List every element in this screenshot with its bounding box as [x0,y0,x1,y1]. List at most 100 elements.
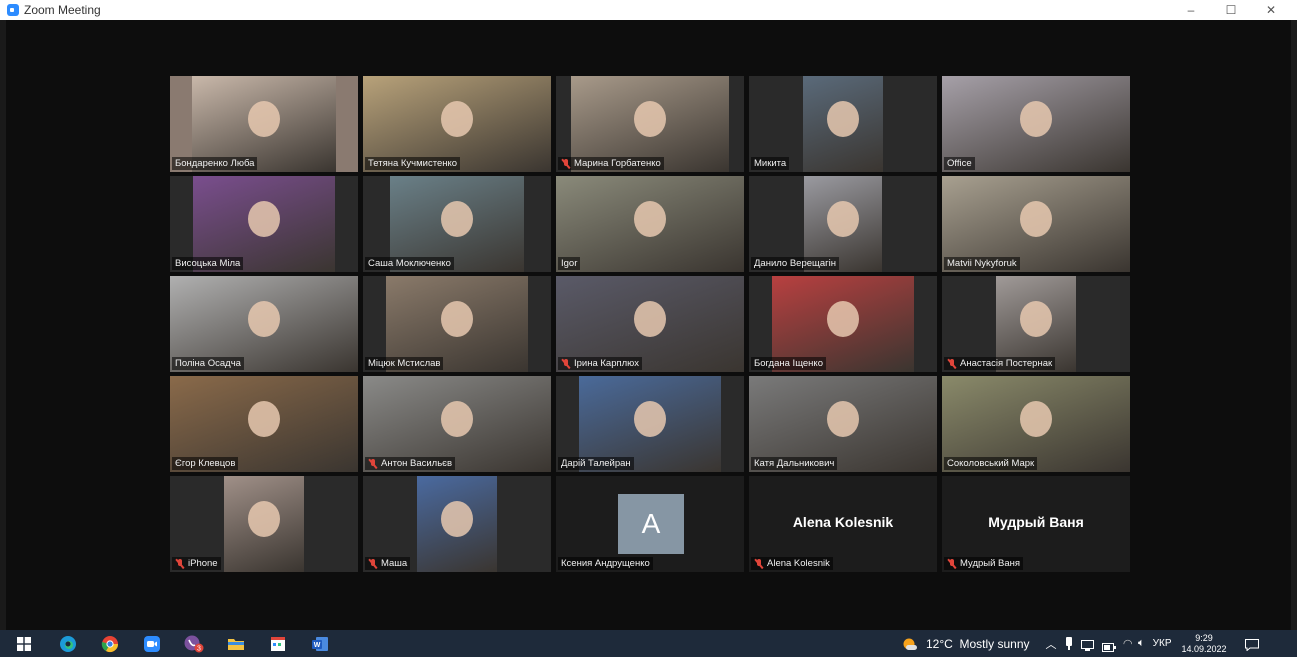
participant-tile[interactable]: A Ксения Андрущенко [556,476,744,572]
participant-name-label: Висоцька Міла [172,257,244,270]
participant-tile[interactable]: Богдана Іщенко [749,276,937,372]
weather-text[interactable]: 12°C Mostly sunny [926,637,1030,651]
participant-face [634,200,666,237]
participant-name: Саша Моключенко [368,258,451,269]
mic-muted-icon [947,358,957,369]
participant-tile[interactable]: Дарій Талейран [556,376,744,472]
participant-name: Мудрый Ваня [960,558,1021,569]
participant-name-label: Єгор Клевцов [172,457,239,470]
participant-tile[interactable]: Марина Горбатенко [556,76,744,172]
participant-display-name: Мудрый Ваня [988,514,1084,530]
maximize-button[interactable]: ☐ [1213,0,1249,20]
participant-tile[interactable]: Єгор Клевцов [170,376,358,472]
participant-tile[interactable]: Микита [749,76,937,172]
notifications-icon[interactable] [1244,638,1259,652]
volume-icon[interactable]: 🔈︎ [1138,637,1145,650]
participant-tile[interactable]: Міцюк Мстислав [363,276,551,372]
participant-name-label: Маша [365,557,411,570]
participant-tile[interactable]: Соколовський Марк [942,376,1130,472]
windows-start-icon[interactable] [14,634,34,653]
participant-name: Matvii Nykyforuk [947,258,1017,269]
edge-icon[interactable] [58,634,78,653]
video-editor-icon[interactable] [268,634,288,653]
participant-name: Міцюк Мстислав [368,358,441,369]
participant-name-label: Мудрый Ваня [944,557,1024,570]
participant-face [441,200,473,237]
battery-icon[interactable] [1101,639,1116,652]
participant-tile[interactable]: Office [942,76,1130,172]
participant-tile[interactable]: Саша Моключенко [363,176,551,272]
viber-badge: 3 [197,646,201,653]
participant-name-label: Ірина Карплюх [558,357,642,370]
participant-name-label: Office [944,157,975,170]
participant-face [1020,100,1052,137]
participant-face [441,100,473,137]
close-button[interactable]: ✕ [1253,0,1289,20]
participant-face [827,100,859,137]
zoom-icon[interactable] [142,634,162,653]
participant-face [634,100,666,137]
participant-name: Igor [561,258,578,269]
participant-name: Alena Kolesnik [767,558,830,569]
participant-name-label: Микита [751,157,790,170]
chrome-icon[interactable] [100,634,120,653]
participant-name-label: Matvii Nykyforuk [944,257,1020,270]
weather-icon[interactable] [902,636,918,652]
avatar: A [618,494,684,554]
usb-icon[interactable] [1065,637,1073,650]
participant-tile[interactable]: Поліна Осадча [170,276,358,372]
participant-tile[interactable]: Мудрый Ваня Мудрый Ваня [942,476,1130,572]
participant-face [634,300,666,337]
participant-tile[interactable]: Катя Дальникович [749,376,937,472]
participant-name: Соколовський Марк [947,458,1035,469]
wifi-icon[interactable]: ◜◝ [1124,637,1133,650]
participant-tile[interactable]: Тетяна Кучмистенко [363,76,551,172]
participant-display-name: Alena Kolesnik [792,514,894,530]
participant-face [248,100,280,137]
participant-tile[interactable]: Маша [363,476,551,572]
participant-name: Данило Верещагін [754,258,836,269]
participant-name: Поліна Осадча [175,358,241,369]
chevron-up-icon[interactable]: ︿ [1046,636,1057,652]
participant-tile[interactable]: Анастасія Постернак [942,276,1130,372]
participant-face [1020,200,1052,237]
participant-video [803,76,883,172]
mic-muted-icon [561,358,571,369]
participant-tile[interactable]: iPhone [170,476,358,572]
viber-icon[interactable]: 3 [184,634,204,653]
participant-name: Бондаренко Люба [175,158,255,169]
participant-tile[interactable]: Matvii Nykyforuk [942,176,1130,272]
participant-face [441,400,473,437]
participant-face [1020,300,1052,337]
participant-name: Висоцька Міла [175,258,241,269]
file-explorer-icon[interactable] [226,634,246,653]
participant-name-label: Міцюк Мстислав [365,357,444,370]
participant-name-label: Поліна Осадча [172,357,244,370]
participant-tile[interactable]: Igor [556,176,744,272]
participant-face [441,300,473,337]
participant-tile[interactable]: Бондаренко Люба [170,76,358,172]
clock-date: 14.09.2022 [1181,643,1227,654]
participant-name-label: Тетяна Кучмистенко [365,157,461,170]
participant-name-label: Антон Васильєв [365,457,456,470]
participant-name: Маша [381,558,408,569]
language-indicator[interactable]: УКР [1153,638,1172,649]
mic-muted-icon [754,558,764,569]
participant-tile[interactable]: Данило Верещагін [749,176,937,272]
word-icon[interactable]: W [310,634,330,653]
clock-time: 9:29 [1195,632,1213,643]
mic-muted-icon [368,458,378,469]
participant-name-label: Igor [558,257,581,270]
participant-name: Ірина Карплюх [574,358,639,369]
participant-name: iPhone [188,558,218,569]
participant-tile[interactable]: Alena Kolesnik Alena Kolesnik [749,476,937,572]
participant-name-label: Ксения Андрущенко [558,557,653,570]
participant-tile[interactable]: Висоцька Міла [170,176,358,272]
clock[interactable]: 9:29 14.09.2022 [1182,633,1227,655]
mic-muted-icon [175,558,185,569]
participant-face [827,400,859,437]
participant-tile[interactable]: Антон Васильєв [363,376,551,472]
participant-tile[interactable]: Ірина Карплюх [556,276,744,372]
minimize-button[interactable]: – [1173,0,1209,20]
display-icon[interactable] [1080,638,1094,651]
